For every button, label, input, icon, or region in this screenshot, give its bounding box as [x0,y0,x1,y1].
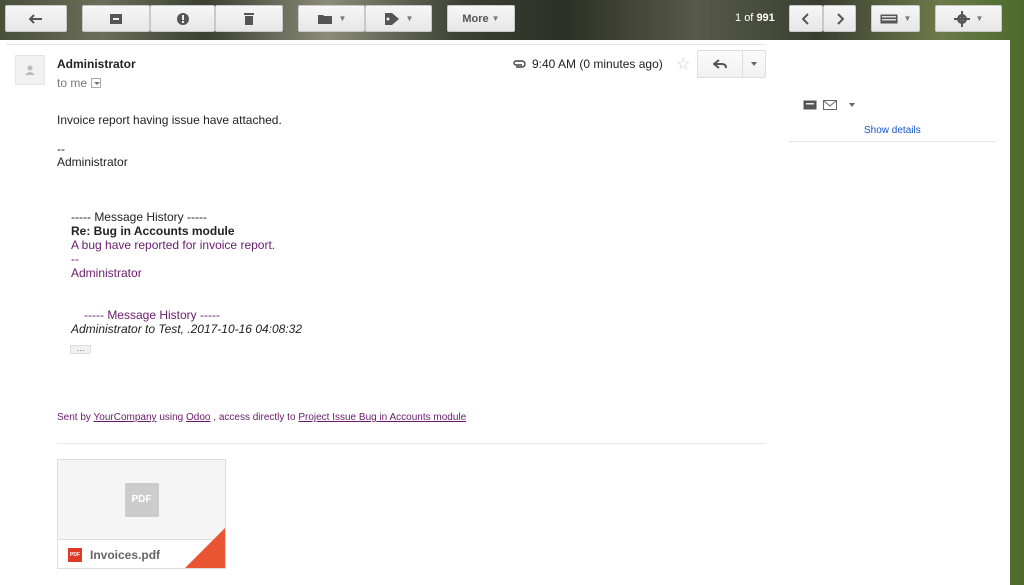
labels-dropdown-icon: ▼ [405,14,414,23]
history-dash: -- [71,252,79,266]
chevron-right-icon [836,12,844,25]
show-details-dropdown-icon[interactable] [91,78,102,88]
newer-button[interactable] [789,5,823,32]
side-divider [789,141,996,142]
move-to-button[interactable]: ▼ [298,5,365,32]
body-line: Invoice report having issue have attache… [57,113,282,127]
back-arrow-icon [29,13,42,24]
trash-icon [244,12,254,25]
chevron-left-icon [802,12,809,25]
move-dropdown-icon: ▼ [338,14,347,23]
reply-button[interactable] [698,51,743,77]
settings-dropdown-icon: ▼ [975,14,984,23]
history-subject: Re: Bug in Accounts module [71,224,235,238]
page-fold-icon [185,528,225,568]
attachment-name: PDF Invoices.pdf [68,548,160,562]
label-tag-icon [384,12,399,25]
chevron-down-icon [751,62,757,66]
delete-button[interactable] [215,5,283,32]
footer-odoo-link[interactable]: Odoo [186,412,210,423]
recipient-text: to me [57,76,88,90]
footer-access: , access directly to [213,412,296,423]
show-trimmed-content-button[interactable]: ... [70,344,91,354]
divider [6,44,766,45]
more-dropdown-icon: ▼ [491,14,500,23]
counter-position: 1 [735,12,742,24]
attachment-divider [57,443,766,444]
recipient-line: to me [57,76,102,90]
sender-avatar[interactable] [15,55,45,85]
message-time: 9:40 AM (0 minutes ago) [512,57,663,71]
pdf-file-icon: PDF [68,548,82,562]
history-line: A bug have reported for invoice report. [71,238,276,252]
history-header-2: ----- Message History ----- [84,308,220,322]
archive-button[interactable] [82,5,150,32]
archive-icon [110,13,122,24]
footer-note: Sent by YourCompany using Odoo , access … [57,412,466,423]
side-icons [803,100,855,110]
toolbar: ▼ ▼ More ▼ 1 of 991 ▼ ▼ [0,0,1024,40]
report-spam-button[interactable] [150,5,215,32]
paperclip-icon [513,60,526,68]
older-button[interactable] [823,5,856,32]
more-label: More [462,12,489,25]
footer-using: using [159,412,184,423]
message-counter: 1 of 991 [735,12,775,24]
spam-icon [176,12,189,25]
history-meta: Administrator to Test, .2017-10-16 04:08… [71,322,303,336]
footer-project-link[interactable]: Project Issue Bug in Accounts module [298,412,466,423]
labels-button[interactable]: ▼ [365,5,432,32]
person-icon [25,65,35,75]
history-name: Administrator [71,266,142,280]
time-text: 9:40 AM (0 minutes ago) [532,57,663,71]
sender-name[interactable]: Administrator [57,57,136,71]
attachment-filename: Invoices.pdf [90,548,161,562]
footer-sent-by: Sent by [57,412,91,423]
folder-icon [317,14,332,24]
side-dropdown-icon[interactable] [849,103,855,107]
reply-icon [713,59,727,69]
reply-button-group [697,50,766,78]
history-header: ----- Message History ----- [71,210,207,224]
footer-company-link[interactable]: YourCompany [94,412,157,423]
back-button[interactable] [5,5,67,32]
counter-total: 991 [756,12,775,24]
attachment-card[interactable]: PDF PDF Invoices.pdf [57,459,226,569]
keyboard-icon [880,14,898,23]
envelope-icon[interactable] [823,100,837,110]
message-card-icon[interactable] [803,100,817,110]
reply-more-button[interactable] [743,51,765,77]
signature-name: Administrator [57,155,128,169]
settings-button[interactable]: ▼ [935,5,1002,32]
counter-of: of [744,12,754,24]
star-icon[interactable]: ☆ [676,54,690,74]
show-details-link[interactable]: Show details [864,125,921,136]
more-button[interactable]: More ▼ [447,5,515,32]
signature-dash: -- [57,142,65,156]
gear-icon [953,10,970,27]
input-tools-dropdown-icon: ▼ [903,14,912,23]
input-tools-button[interactable]: ▼ [871,5,920,32]
pdf-thumbnail-icon: PDF [124,482,159,517]
